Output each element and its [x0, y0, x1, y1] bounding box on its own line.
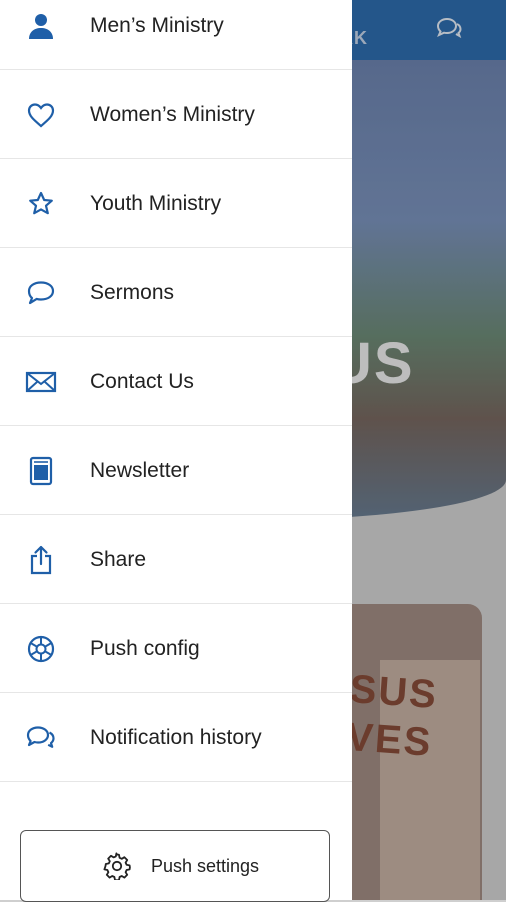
menu-item-label: Notification history: [90, 726, 262, 749]
menu-item-label: Women’s Ministry: [90, 103, 255, 126]
share-icon: [24, 545, 58, 575]
heart-icon: [24, 100, 58, 130]
push-settings-button[interactable]: Push settings: [20, 830, 330, 902]
gear-icon: [103, 852, 131, 880]
menu-item-label: Contact Us: [90, 370, 194, 393]
newsletter-icon: [24, 456, 58, 486]
menu-item-notification-history[interactable]: Notification history: [0, 694, 352, 782]
speech-bubble-icon: [24, 278, 58, 308]
star-icon: [24, 189, 58, 219]
menu-item-sermons[interactable]: Sermons: [0, 249, 352, 337]
menu-item-push-config[interactable]: Push config: [0, 605, 352, 693]
menu-item-share[interactable]: Share: [0, 516, 352, 604]
person-icon: [24, 11, 58, 41]
menu-item-youth-ministry[interactable]: Youth Ministry: [0, 160, 352, 248]
menu-item-womens-ministry[interactable]: Women’s Ministry: [0, 71, 352, 159]
navigation-drawer: Men’s Ministry Women’s Ministry Youth Mi…: [0, 0, 352, 902]
menu-item-newsletter[interactable]: Newsletter: [0, 427, 352, 515]
menu-item-contact-us[interactable]: Contact Us: [0, 338, 352, 426]
push-config-icon: [24, 634, 58, 664]
menu-item-label: Youth Ministry: [90, 192, 222, 215]
menu-item-label: Share: [90, 548, 147, 571]
menu-item-label: Sermons: [90, 281, 175, 304]
menu-item-mens-ministry[interactable]: Men’s Ministry: [0, 0, 352, 70]
chat-bubbles-icon: [24, 723, 58, 753]
push-settings-label: Push settings: [151, 856, 260, 876]
envelope-icon: [24, 367, 58, 397]
menu-item-label: Push config: [90, 637, 200, 660]
menu-item-label: Newsletter: [90, 459, 190, 482]
menu-item-label: Men’s Ministry: [90, 14, 224, 37]
